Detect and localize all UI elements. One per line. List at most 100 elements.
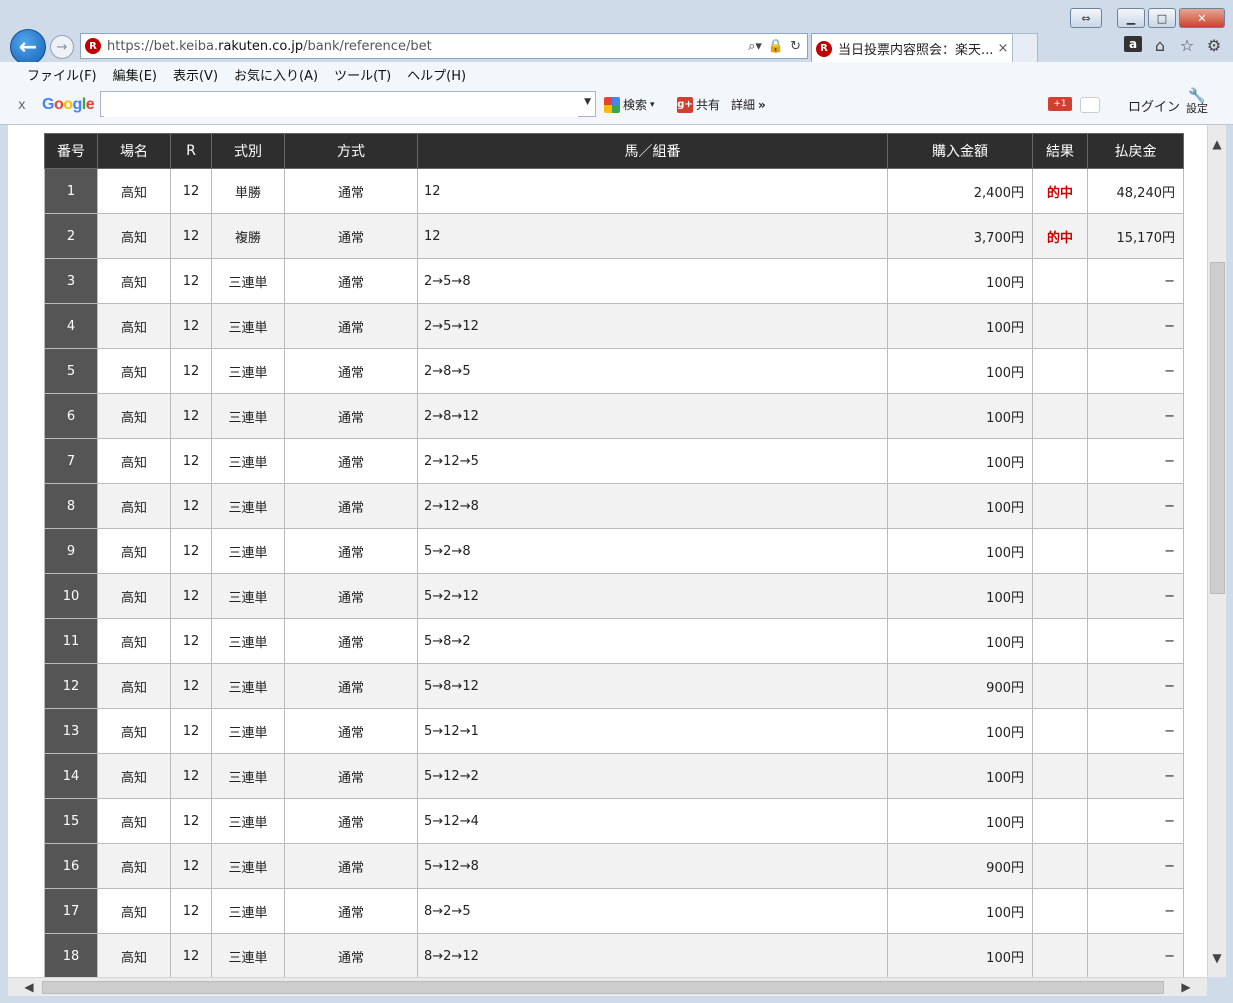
cell-amount: 100円 bbox=[887, 798, 1033, 844]
scroll-up-arrow-icon[interactable]: ▲ bbox=[1208, 135, 1226, 153]
address-bar[interactable]: R https://bet.keiba.rakuten.co.jp/bank/r… bbox=[80, 33, 808, 59]
tab-close-button[interactable]: × bbox=[994, 41, 1012, 56]
cell-venue: 高知 bbox=[97, 348, 171, 394]
menu-tools[interactable]: ツール(T) bbox=[334, 65, 391, 84]
plus-one-badge[interactable]: +1 bbox=[1048, 97, 1072, 111]
scroll-down-arrow-icon[interactable]: ▼ bbox=[1208, 949, 1226, 967]
tab-active[interactable]: R 当日投票内容照会：楽天... × bbox=[811, 33, 1013, 63]
toolbar-settings-button[interactable]: 🔧 設定 bbox=[1186, 89, 1208, 115]
cell-amount: 900円 bbox=[887, 843, 1033, 889]
browser-icons: a ⌂ ☆ ⚙ bbox=[1124, 36, 1223, 55]
cell-result bbox=[1032, 573, 1088, 619]
close-window-button[interactable]: ✕ bbox=[1179, 8, 1225, 28]
col-header-amount: 購入金額 bbox=[887, 133, 1033, 169]
cell-payout: − bbox=[1087, 303, 1184, 349]
cell-payout: − bbox=[1087, 348, 1184, 394]
scroll-right-arrow-icon[interactable]: ▶ bbox=[1177, 978, 1195, 996]
amazon-icon[interactable]: a bbox=[1124, 36, 1142, 52]
cell-result bbox=[1032, 663, 1088, 709]
cell-amount: 100円 bbox=[887, 483, 1033, 529]
lock-icon[interactable]: 🔒 bbox=[768, 39, 784, 54]
menu-help[interactable]: ヘルプ(H) bbox=[407, 65, 466, 84]
cell-venue: 高知 bbox=[97, 528, 171, 574]
cell-bet-type: 三連単 bbox=[211, 348, 285, 394]
cell-combination: 5→8→12 bbox=[417, 663, 888, 709]
cell-result bbox=[1032, 708, 1088, 754]
cell-venue: 高知 bbox=[97, 168, 171, 214]
tab-favicon: R bbox=[816, 40, 832, 57]
horizontal-scrollbar[interactable]: ◀ ▶ bbox=[8, 977, 1207, 996]
table-row: 16 高知 12 三連単 通常 5→12→8 900円 − bbox=[44, 843, 1184, 889]
cell-number: 7 bbox=[44, 438, 98, 484]
table-row: 12 高知 12 三連単 通常 5→8→12 900円 − bbox=[44, 663, 1184, 709]
url-prefix: https://bet.keiba. bbox=[107, 38, 219, 54]
cell-amount: 100円 bbox=[887, 618, 1033, 664]
scroll-left-arrow-icon[interactable]: ◀ bbox=[20, 978, 38, 996]
more-button[interactable]: 詳細 » bbox=[731, 96, 766, 113]
refresh-icon[interactable]: ↻ bbox=[790, 39, 801, 54]
menu-edit[interactable]: 編集(E) bbox=[113, 65, 157, 84]
new-tab-button[interactable] bbox=[1012, 33, 1038, 62]
google-search-box[interactable]: ▼ bbox=[100, 91, 596, 117]
cell-number: 17 bbox=[44, 888, 98, 934]
table-row: 10 高知 12 三連単 通常 5→2→12 100円 − bbox=[44, 573, 1184, 619]
minimize-button[interactable]: ▁ bbox=[1117, 8, 1145, 28]
table-row: 1 高知 12 単勝 通常 12 2,400円 的中 48,240円 bbox=[44, 168, 1184, 214]
cell-combination: 8→2→5 bbox=[417, 888, 888, 934]
settings-label: 設定 bbox=[1186, 102, 1208, 115]
cell-venue: 高知 bbox=[97, 438, 171, 484]
cell-race: 12 bbox=[170, 708, 212, 754]
google-search-button[interactable]: 検索 ▾ bbox=[604, 96, 655, 113]
table-row: 9 高知 12 三連単 通常 5→2→8 100円 − bbox=[44, 528, 1184, 574]
restore-tabs-button[interactable]: ⇔ bbox=[1070, 8, 1102, 28]
cell-payout: − bbox=[1087, 528, 1184, 574]
cell-bet-type: 複勝 bbox=[211, 213, 285, 259]
favorites-star-icon[interactable]: ☆ bbox=[1178, 36, 1196, 55]
home-icon[interactable]: ⌂ bbox=[1151, 36, 1169, 55]
menu-file[interactable]: ファイル(F) bbox=[27, 65, 97, 84]
maximize-button[interactable]: □ bbox=[1148, 8, 1176, 28]
url-text[interactable]: https://bet.keiba.rakuten.co.jp/bank/ref… bbox=[107, 39, 748, 54]
google-search-input[interactable] bbox=[104, 93, 578, 117]
vertical-scrollbar[interactable]: ▲ ▼ bbox=[1207, 125, 1226, 977]
cell-race: 12 bbox=[170, 393, 212, 439]
menu-view[interactable]: 表示(V) bbox=[173, 65, 218, 84]
bet-history-table: 番号 場名 R 式別 方式 馬／組番 購入金額 結果 払戻金 1 高知 12 単勝 通常… bbox=[44, 133, 1184, 977]
cell-venue: 高知 bbox=[97, 393, 171, 439]
cell-bet-type: 三連単 bbox=[211, 933, 285, 977]
cell-combination: 2→8→5 bbox=[417, 348, 888, 394]
forward-button[interactable]: → bbox=[50, 35, 74, 59]
browser-window: ⇔ ▁ □ ✕ ← → R https://bet.keiba.rakuten.… bbox=[0, 0, 1233, 1003]
gear-icon[interactable]: ⚙ bbox=[1205, 36, 1223, 55]
col-header-combination: 馬／組番 bbox=[417, 133, 888, 169]
search-icon[interactable]: ⌕▾ bbox=[748, 39, 762, 54]
cell-method: 通常 bbox=[284, 258, 418, 304]
more-button-label: 詳細 bbox=[731, 98, 756, 112]
cell-combination: 5→12→8 bbox=[417, 843, 888, 889]
table-row: 3 高知 12 三連単 通常 2→5→8 100円 − bbox=[44, 258, 1184, 304]
cell-race: 12 bbox=[170, 933, 212, 977]
cell-method: 通常 bbox=[284, 168, 418, 214]
cell-amount: 100円 bbox=[887, 528, 1033, 574]
vertical-scroll-thumb[interactable] bbox=[1210, 262, 1225, 594]
cell-venue: 高知 bbox=[97, 933, 171, 977]
chevron-down-icon: ▾ bbox=[650, 99, 655, 110]
cell-venue: 高知 bbox=[97, 303, 171, 349]
cell-method: 通常 bbox=[284, 348, 418, 394]
horizontal-scroll-thumb[interactable] bbox=[42, 981, 1164, 994]
menu-favorites[interactable]: お気に入り(A) bbox=[234, 65, 318, 84]
cell-venue: 高知 bbox=[97, 843, 171, 889]
toolbar-toggle[interactable] bbox=[1080, 97, 1100, 113]
toolbar-close-button[interactable]: x bbox=[18, 98, 26, 113]
cell-number: 6 bbox=[44, 393, 98, 439]
cell-method: 通常 bbox=[284, 708, 418, 754]
back-button[interactable]: ← bbox=[10, 29, 46, 65]
share-button[interactable]: g+ 共有 bbox=[677, 96, 720, 113]
dropdown-arrow-icon[interactable]: ▼ bbox=[584, 97, 591, 107]
cell-combination: 5→2→8 bbox=[417, 528, 888, 574]
cell-method: 通常 bbox=[284, 843, 418, 889]
cell-amount: 100円 bbox=[887, 573, 1033, 619]
cell-venue: 高知 bbox=[97, 888, 171, 934]
login-link[interactable]: ログイン bbox=[1128, 96, 1180, 115]
table-row: 8 高知 12 三連単 通常 2→12→8 100円 − bbox=[44, 483, 1184, 529]
